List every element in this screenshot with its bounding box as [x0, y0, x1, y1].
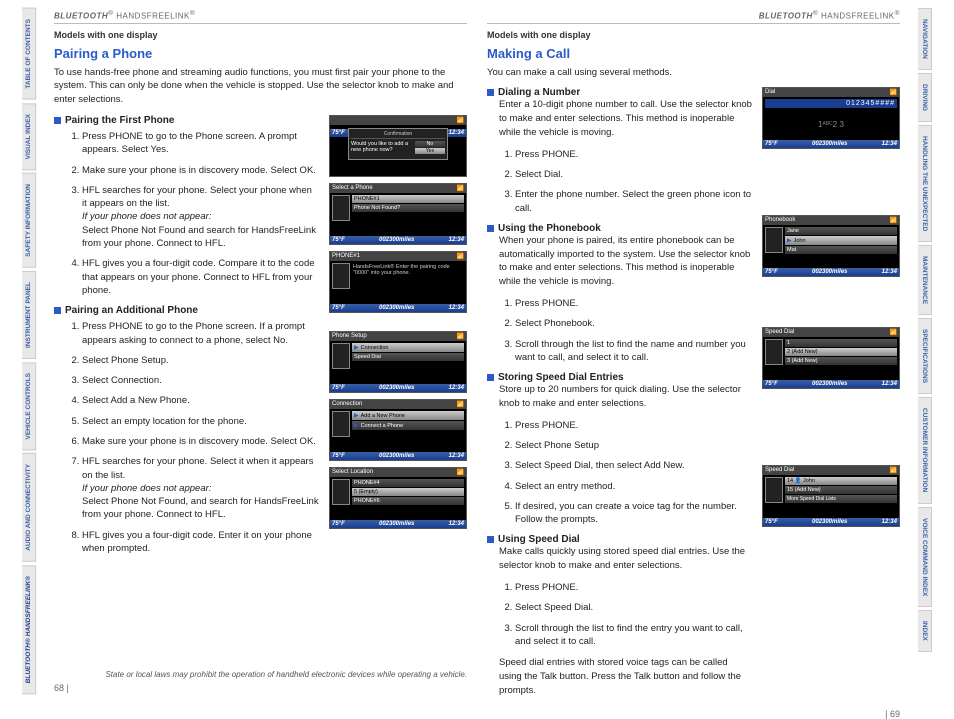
screen-select-phone: Select a Phone📶 PHONE#1 Phone Not Found?… [329, 183, 467, 245]
s1-li3: HFL searches for your phone. Select your… [82, 184, 319, 250]
screen-confirmation: 📶 Confirmation Would you like to add a n… [329, 115, 467, 177]
phonebook-body: When your phone is paired, its entire ph… [499, 234, 752, 289]
tab-index[interactable]: INDEX [918, 610, 932, 652]
phonebook-title: Using the Phonebook [487, 223, 752, 234]
sd-li4: Select an entry method. [515, 480, 752, 493]
bullet-icon [487, 374, 494, 381]
s2-li4: Select Add a New Phone. [82, 394, 319, 407]
screen-connection: Connection📶 ▶Add a New Phone ▶Connect a … [329, 399, 467, 461]
tab-specifications[interactable]: SPECIFICATIONS [918, 318, 932, 394]
pairing-additional-title: Pairing an Additional Phone [54, 305, 319, 316]
tab-bluetooth[interactable]: BLUETOOTH® HANDSFREELINK® [22, 565, 36, 694]
using-sd-body: Make calls quickly using stored speed di… [499, 545, 752, 573]
s2-li3: Select Connection. [82, 374, 319, 387]
making-call-title: Making a Call [487, 46, 900, 61]
s2-li2: Select Phone Setup. [82, 354, 319, 367]
tab-audio[interactable]: AUDIO AND CONNECTIVITY [22, 453, 36, 562]
models-subhead-right: Models with one display [487, 30, 900, 40]
pairing-title: Pairing a Phone [54, 46, 467, 61]
usd-li3: Scroll through the list to find the entr… [515, 622, 752, 649]
pairing-first-title: Pairing the First Phone [54, 115, 319, 126]
sd-li3: Select Speed Dial, then select Add New. [515, 459, 752, 472]
tab-visual-index[interactable]: VISUAL INDEX [22, 103, 36, 170]
s2-li6: Make sure your phone is in discovery mod… [82, 435, 319, 448]
tab-toc[interactable]: TABLE OF CONTENTS [22, 8, 36, 100]
p-li2: Select Phonebook. [515, 317, 752, 330]
tab-safety[interactable]: SAFETY INFORMATION [22, 173, 36, 268]
bullet-icon [487, 536, 494, 543]
screen-dial: Dial📶 012345#### 1 ABC 2 3 75°F002300mil… [762, 87, 900, 149]
tab-customer-info[interactable]: CUSTOMER INFORMATION [918, 397, 932, 503]
screen-pairing-code: PHONE#1📶 HandsFreeLink® Enter the pairin… [329, 251, 467, 313]
sd-li1: Press PHONE. [515, 419, 752, 432]
making-call-intro: You can make a call using several method… [487, 66, 900, 80]
d-li2: Select Dial. [515, 168, 752, 181]
tab-instrument[interactable]: INSTRUMENT PANEL [22, 271, 36, 359]
dialing-body: Enter a 10-digit phone number to call. U… [499, 98, 752, 139]
tab-voice-command[interactable]: VOICE COMMAND INDEX [918, 507, 932, 607]
dialing-title: Dialing a Number [487, 87, 752, 98]
page-68: BLUETOOTH® HANDSFREELINK® Models with on… [54, 10, 467, 693]
bullet-icon [487, 89, 494, 96]
bullet-icon [54, 117, 61, 124]
usd-li2: Select Speed Dial. [515, 601, 752, 614]
sd-li5: If desired, you can create a voice tag f… [515, 500, 752, 527]
using-sd-title: Using Speed Dial [487, 534, 752, 545]
s2-li5: Select an empty location for the phone. [82, 415, 319, 428]
pairing-first-list: Press PHONE to go to the Phone screen. A… [82, 130, 319, 297]
storing-sd-title: Storing Speed Dial Entries [487, 372, 752, 383]
d-li3: Enter the phone number. Select the green… [515, 188, 752, 215]
outro: Speed dial entries with stored voice tag… [499, 656, 752, 697]
screen-phonebook: Phonebook📶 Jane ▶John Mat 75°F002300mile… [762, 215, 900, 277]
tab-vehicle-controls[interactable]: VEHICLE CONTROLS [22, 362, 36, 450]
models-subhead-left: Models with one display [54, 30, 467, 40]
tab-navigation[interactable]: NAVIGATION [918, 8, 932, 70]
storing-sd-body: Store up to 20 numbers for quick dialing… [499, 383, 752, 411]
screen-speed-dial-add: Speed Dial📶 1 2 (Add New) 3 (Add New) 75… [762, 327, 900, 389]
screen-phone-setup: Phone Setup📶 ▶Connection Speed Dial 75°F… [329, 331, 467, 393]
s1-li2: Make sure your phone is in discovery mod… [82, 164, 319, 177]
bullet-icon [54, 307, 61, 314]
s1-li1: Press PHONE to go to the Phone screen. A… [82, 130, 319, 157]
sd-li2: Select Phone Setup [515, 439, 752, 452]
tab-maintenance[interactable]: MAINTENANCE [918, 245, 932, 315]
pairing-intro: To use hands-free phone and streaming au… [54, 66, 467, 107]
page-num-69: | 69 [487, 709, 900, 719]
page-69: BLUETOOTH® HANDSFREELINK® Models with on… [487, 10, 900, 693]
s2-li7: HFL searches for your phone. Select it w… [82, 455, 319, 521]
screen-select-location: Select Location📶 PHONE#4 5 (Empty) PHONE… [329, 467, 467, 529]
left-tab-strip: TABLE OF CONTENTS VISUAL INDEX SAFETY IN… [0, 0, 36, 699]
d-li1: Press PHONE. [515, 148, 752, 161]
s1-li4: HFL gives you a four-digit code. Compare… [82, 257, 319, 297]
screen-speed-dial-use: Speed Dial📶 14 👤 John 15 (Add New) More … [762, 465, 900, 527]
p-li1: Press PHONE. [515, 297, 752, 310]
right-tab-strip: NAVIGATION DRIVING HANDLING THE UNEXPECT… [918, 0, 954, 699]
page-num-68: 68 | [54, 683, 467, 693]
footnote: State or local laws may prohibit the ope… [54, 664, 467, 679]
usd-li1: Press PHONE. [515, 581, 752, 594]
pairing-additional-list: Press PHONE to go to the Phone screen. I… [82, 320, 319, 555]
tab-handling[interactable]: HANDLING THE UNEXPECTED [918, 125, 932, 242]
tab-driving[interactable]: DRIVING [918, 73, 932, 122]
page-header-left: BLUETOOTH® HANDSFREELINK® [54, 10, 467, 24]
s2-li1: Press PHONE to go to the Phone screen. I… [82, 320, 319, 347]
page-header-right: BLUETOOTH® HANDSFREELINK® [487, 10, 900, 24]
s2-li8: HFL gives you a four-digit code. Enter i… [82, 529, 319, 556]
bullet-icon [487, 225, 494, 232]
p-li3: Scroll through the list to find the name… [515, 338, 752, 365]
